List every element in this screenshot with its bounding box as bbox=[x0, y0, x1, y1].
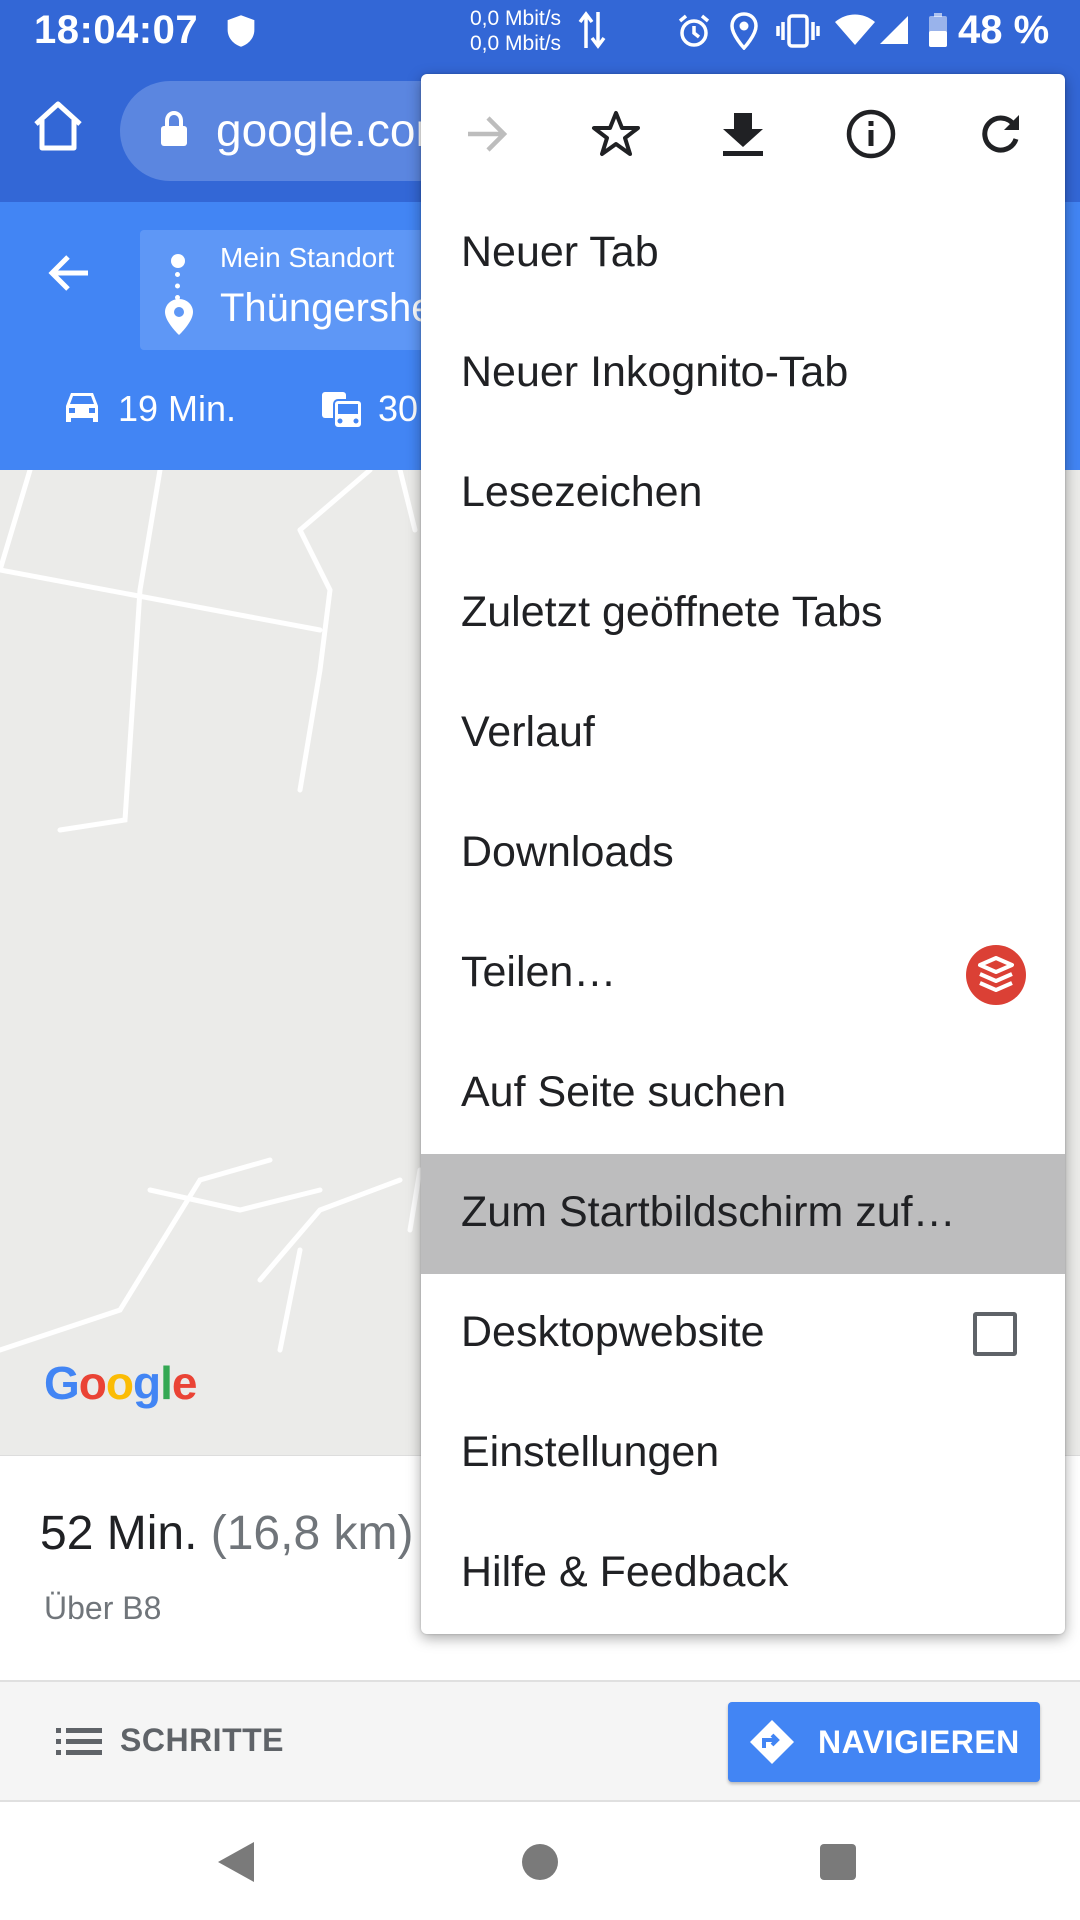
route-dots-icon bbox=[175, 272, 181, 300]
network-speed: 0,0 Mbit/s 0,0 Mbit/s bbox=[470, 6, 561, 56]
reload-icon[interactable] bbox=[968, 102, 1032, 166]
logo-letter: g bbox=[133, 1357, 161, 1409]
mode-transit-time[interactable]: 30 bbox=[378, 388, 418, 430]
route-duration-line: 52 Min. (16,8 km) bbox=[40, 1506, 413, 1561]
status-bar: 18:04:07 0,0 Mbit/s 0,0 Mbit/s 48 % bbox=[0, 0, 1080, 64]
logo-letter: e bbox=[171, 1357, 198, 1409]
steps-button[interactable]: SCHRITTE bbox=[120, 1722, 284, 1759]
shield-icon bbox=[227, 15, 255, 47]
download-icon[interactable] bbox=[711, 102, 775, 166]
home-icon[interactable] bbox=[30, 98, 86, 154]
transit-icon[interactable] bbox=[320, 388, 364, 432]
url-text: google.com bbox=[216, 104, 454, 156]
list-icon[interactable] bbox=[56, 1726, 102, 1758]
menu-item-label: Zum Startbildschirm zuf… bbox=[461, 1188, 956, 1236]
nav-home-icon[interactable] bbox=[522, 1844, 558, 1880]
route-distance: (16,8 km) bbox=[210, 1507, 414, 1560]
menu-item-label: Lesezeichen bbox=[461, 468, 703, 516]
battery-percentage: 48 % bbox=[958, 8, 1050, 52]
todoist-app-icon[interactable] bbox=[966, 945, 1026, 1005]
navigation-icon bbox=[750, 1720, 794, 1764]
menu-item-add-to-home[interactable]: Zum Startbildschirm zuf… bbox=[421, 1154, 1065, 1274]
route-duration: 52 Min. bbox=[40, 1507, 198, 1560]
menu-item-recent-tabs[interactable]: Zuletzt geöffnete Tabs bbox=[421, 554, 1065, 674]
battery-icon bbox=[929, 13, 947, 47]
wifi-icon bbox=[835, 14, 875, 45]
bookmark-star-icon[interactable] bbox=[584, 102, 648, 166]
overflow-menu: Neuer Tab Neuer Inkognito-Tab Lesezeiche… bbox=[421, 74, 1065, 1634]
menu-item-history[interactable]: Verlauf bbox=[421, 674, 1065, 794]
info-icon[interactable] bbox=[839, 102, 903, 166]
route-via: Über B8 bbox=[44, 1590, 162, 1626]
menu-item-label: Verlauf bbox=[461, 708, 595, 756]
navigate-button[interactable]: NAVIGIEREN bbox=[728, 1702, 1040, 1782]
car-icon[interactable] bbox=[60, 388, 104, 428]
navigate-label: NAVIGIEREN bbox=[818, 1724, 1020, 1760]
location-icon bbox=[730, 12, 758, 50]
clock: 18:04:07 bbox=[34, 8, 199, 52]
menu-item-new-tab[interactable]: Neuer Tab bbox=[421, 194, 1065, 314]
menu-item-label: Teilen… bbox=[461, 948, 617, 996]
origin-dot-icon bbox=[171, 254, 185, 268]
menu-item-label: Zuletzt geöffnete Tabs bbox=[461, 588, 883, 636]
desktop-site-checkbox[interactable] bbox=[973, 1312, 1017, 1356]
signal-icon bbox=[880, 16, 908, 44]
menu-item-label: Auf Seite suchen bbox=[461, 1068, 787, 1116]
menu-item-help[interactable]: Hilfe & Feedback bbox=[421, 1514, 1065, 1634]
logo-letter: o bbox=[78, 1357, 107, 1409]
logo-letter: G bbox=[44, 1357, 80, 1409]
back-arrow-icon[interactable] bbox=[44, 248, 94, 298]
route-input-box[interactable]: Mein Standort Thüngersheim bbox=[140, 230, 476, 350]
google-logo: Google bbox=[44, 1356, 198, 1410]
net-up-speed: 0,0 Mbit/s bbox=[470, 7, 562, 30]
forward-icon[interactable] bbox=[455, 102, 519, 166]
mode-car-time[interactable]: 19 Min. bbox=[118, 388, 236, 430]
menu-icon-row bbox=[421, 74, 1065, 194]
nav-recents-icon[interactable] bbox=[820, 1844, 856, 1880]
menu-item-desktop-site[interactable]: Desktopwebsite bbox=[421, 1274, 1065, 1394]
menu-item-bookmarks[interactable]: Lesezeichen bbox=[421, 434, 1065, 554]
logo-letter: l bbox=[160, 1357, 173, 1409]
logo-letter: o bbox=[105, 1357, 134, 1409]
net-down-speed: 0,0 Mbit/s bbox=[470, 32, 562, 55]
menu-item-downloads[interactable]: Downloads bbox=[421, 794, 1065, 914]
menu-item-settings[interactable]: Einstellungen bbox=[421, 1394, 1065, 1514]
vibrate-icon bbox=[776, 14, 820, 48]
system-nav-bar bbox=[0, 1802, 1080, 1920]
menu-item-label: Desktopwebsite bbox=[461, 1308, 765, 1356]
menu-item-find-in-page[interactable]: Auf Seite suchen bbox=[421, 1034, 1065, 1154]
menu-item-incognito-tab[interactable]: Neuer Inkognito-Tab bbox=[421, 314, 1065, 434]
lock-icon bbox=[161, 111, 187, 146]
destination-pin-icon bbox=[165, 299, 193, 335]
menu-item-label: Neuer Tab bbox=[461, 228, 659, 276]
menu-item-label: Einstellungen bbox=[461, 1428, 720, 1476]
menu-item-label: Hilfe & Feedback bbox=[461, 1548, 789, 1596]
menu-item-share[interactable]: Teilen… bbox=[421, 914, 1065, 1034]
menu-item-label: Downloads bbox=[461, 828, 674, 876]
origin-field[interactable]: Mein Standort bbox=[220, 242, 394, 274]
menu-item-label: Neuer Inkognito-Tab bbox=[461, 348, 849, 396]
alarm-icon bbox=[678, 14, 710, 47]
nav-back-icon[interactable] bbox=[216, 1840, 256, 1884]
data-arrows-icon bbox=[578, 11, 606, 49]
route-action-bar: SCHRITTE NAVIGIEREN bbox=[0, 1680, 1080, 1800]
